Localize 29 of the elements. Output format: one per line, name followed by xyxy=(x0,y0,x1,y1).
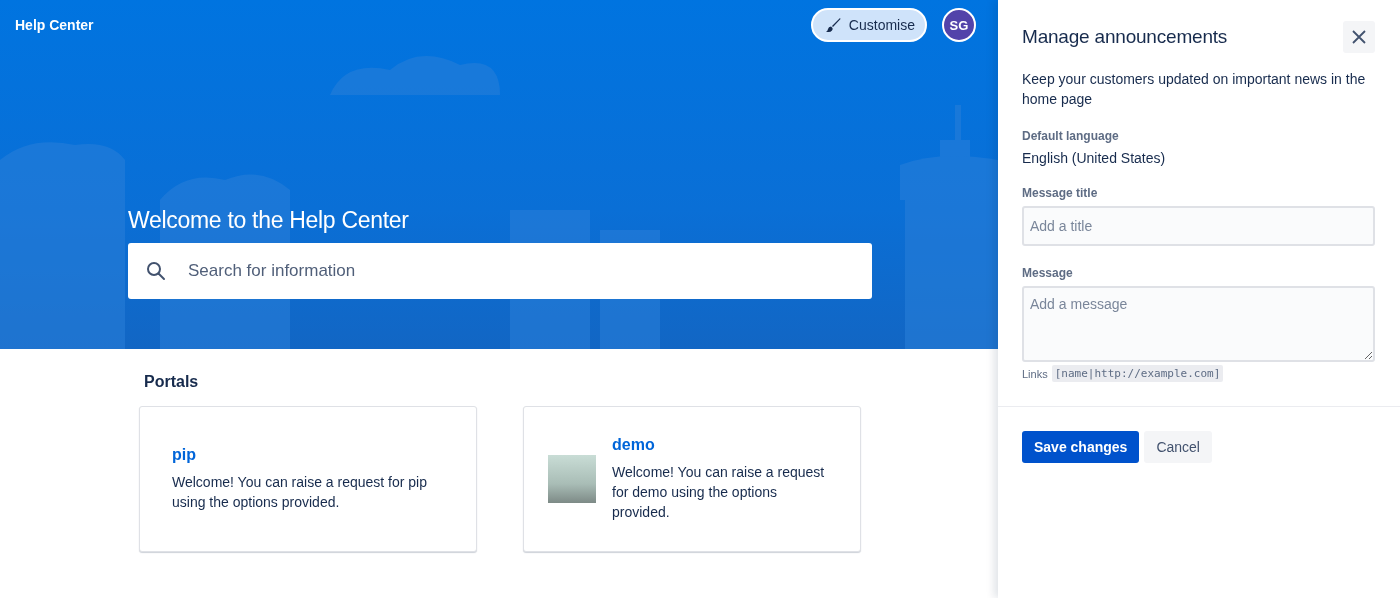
panel-title: Manage announcements xyxy=(1022,26,1228,48)
save-button[interactable]: Save changes xyxy=(1022,431,1140,463)
close-button[interactable] xyxy=(1343,21,1375,53)
customise-button[interactable]: Customise xyxy=(810,8,927,42)
field-label: Default language xyxy=(1022,129,1120,143)
close-icon xyxy=(1352,30,1366,44)
portal-description: Welcome! You can raise a request for pip using the options provided. xyxy=(172,473,428,512)
field-label: Message xyxy=(1022,266,1074,280)
portal-card[interactable]: demo Welcome! You can raise a request for demo using the options provided. xyxy=(523,406,861,552)
title-input-field[interactable]: Add a title xyxy=(1022,206,1375,246)
search-field[interactable]: Search for information xyxy=(128,243,872,299)
portal-description: Welcome! You can raise a request for demo using the options provided. xyxy=(612,463,826,522)
user-avatar[interactable]: SG xyxy=(942,8,976,42)
portal-name[interactable]: pip xyxy=(172,446,446,464)
cancel-button[interactable]: Cancel xyxy=(1144,431,1212,463)
portal-name[interactable]: demo xyxy=(612,436,830,454)
photo-placeholder xyxy=(548,455,596,503)
section-heading: Portals xyxy=(144,373,200,391)
hero-title: Welcome to the Help Center xyxy=(128,207,410,234)
field-label: Message title xyxy=(1022,186,1099,200)
portal-card[interactable]: pip Welcome! You can raise a request for pip using the options provided. xyxy=(139,406,477,552)
panel-description: Keep your customers updated on important news in the home page xyxy=(1022,70,1367,109)
search-icon xyxy=(146,261,166,281)
paintbrush-icon xyxy=(824,17,841,33)
link-syntax-example: [name|http://example.com] xyxy=(1051,365,1224,382)
language-value: English (United States) xyxy=(1022,150,1167,166)
message-input-field[interactable]: Add a message xyxy=(1022,286,1375,362)
site-title[interactable]: Help Center xyxy=(15,17,94,33)
hint-label: Links xyxy=(1022,367,1048,380)
